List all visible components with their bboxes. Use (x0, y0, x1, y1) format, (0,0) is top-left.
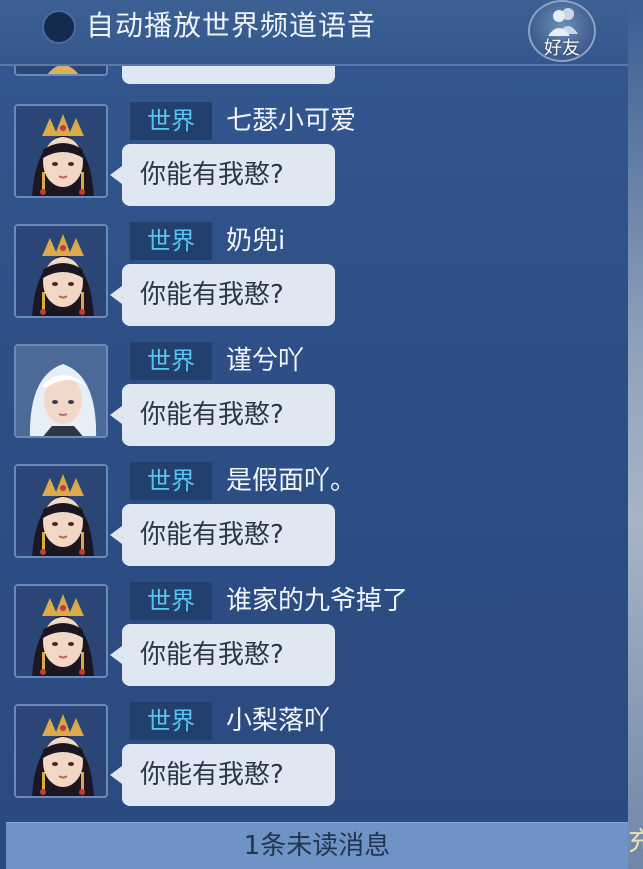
friends-label: 好友 (544, 38, 580, 59)
background-scene (628, 0, 643, 869)
sender-name[interactable]: 小梨落吖 (226, 702, 330, 740)
message-bubble[interactable]: 你能有我憨? (110, 504, 335, 566)
message-bubble[interactable]: 你能有我憨? (110, 384, 335, 446)
autoplay-voice-label: 自动播放世界频道语音 (86, 9, 377, 42)
unread-messages-button[interactable]: 1条未读消息 (6, 822, 628, 869)
sender-name[interactable]: 谁家的九爷掉了 (226, 582, 408, 620)
chat-header: 自动播放世界频道语音 好友 (0, 0, 628, 66)
channel-tag: 世界 (130, 102, 212, 140)
message-bubble[interactable]: 你能有我憨? (110, 144, 335, 206)
channel-tag: 世界 (130, 702, 212, 740)
sender-name[interactable]: 奶兜i (226, 222, 285, 260)
chat-message: 世界 小梨落吖你能有我憨? (0, 702, 628, 824)
sender-name[interactable]: 是假面吖。 (226, 462, 356, 500)
message-bubble[interactable]: 你能有我憨? (110, 264, 335, 326)
chat-message: 世界 谨兮吖你能有我憨? (0, 342, 628, 464)
avatar[interactable] (14, 104, 108, 198)
message-bubble[interactable]: 你能有我憨? (110, 744, 335, 806)
chat-message: 世界 谁家的九爷掉了你能有我憨? (0, 582, 628, 704)
sender-name[interactable]: 谨兮吖 (226, 342, 304, 380)
avatar[interactable] (14, 584, 108, 678)
avatar[interactable] (14, 344, 108, 438)
chat-message: 世界 奶兜i 你能有我憨? (0, 222, 628, 344)
channel-tag: 世界 (130, 462, 212, 500)
message-bubble[interactable]: 你能有我憨? (110, 624, 335, 686)
avatar[interactable] (14, 704, 108, 798)
background-text: 充 (628, 827, 643, 857)
channel-tag: 世界 (130, 222, 212, 260)
channel-tag: 世界 (130, 582, 212, 620)
avatar[interactable] (14, 464, 108, 558)
friends-button[interactable]: 好友 (528, 0, 596, 62)
chat-message: 世界 是假面吖。你能有我憨? (0, 462, 628, 584)
channel-tag: 世界 (130, 342, 212, 380)
chat-message: 世界 七瑟小可爱你能有我憨? (0, 102, 628, 224)
sender-name[interactable]: 七瑟小可爱 (226, 102, 356, 140)
autoplay-voice-toggle[interactable] (42, 10, 76, 44)
avatar[interactable] (14, 224, 108, 318)
chat-panel[interactable]: 世界 七瑟小可爱 你能有我憨? 世界 奶兜i 你能有我憨? 世界 谨兮吖 你能有我 (0, 0, 628, 869)
friends-icon (548, 8, 578, 36)
